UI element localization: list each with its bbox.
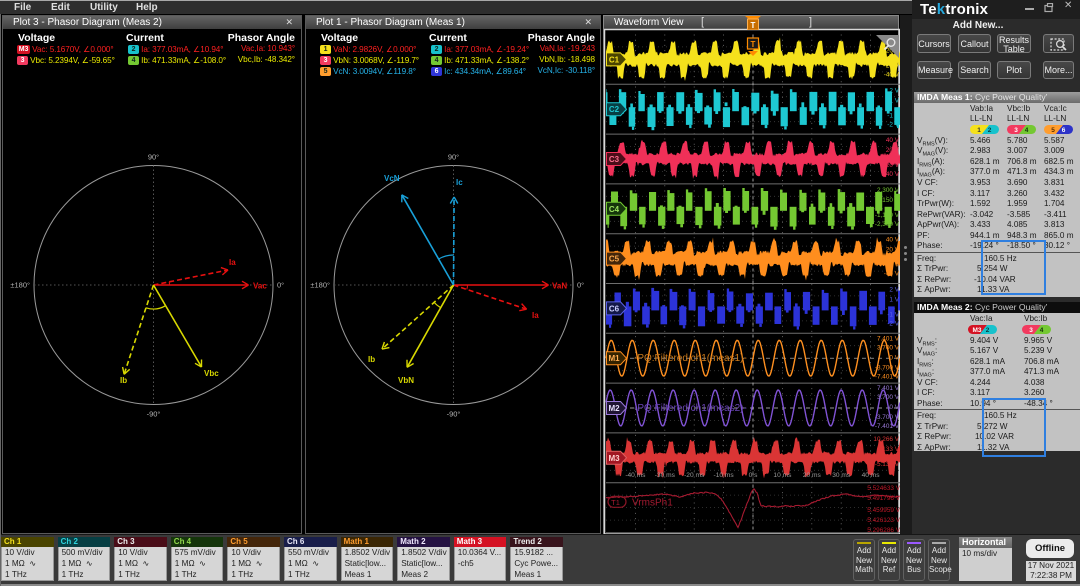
svg-text:4: 4 [1025, 127, 1029, 134]
svg-text:6: 6 [1062, 127, 1066, 134]
svg-text:-2 V: -2 V [887, 321, 899, 328]
svg-text:-PQ:Filtered ch1(meas1)-: -PQ:Filtered ch1(meas1)- [634, 353, 747, 364]
svg-text:T: T [751, 40, 756, 49]
svg-text:±180°: ±180° [10, 281, 30, 290]
svg-text:5.426123 V: 5.426123 V [867, 517, 900, 524]
svg-text:T1: T1 [611, 498, 620, 507]
svg-text:±180°: ±180° [310, 281, 330, 290]
svg-text:Ia: Ia [532, 311, 539, 320]
svg-text:M2: M2 [608, 404, 620, 413]
svg-text:20 V: 20 V [886, 147, 900, 154]
svg-text:2: 2 [986, 327, 990, 334]
svg-text:-3.700 V: -3.700 V [875, 364, 900, 371]
svg-text:1,150 V: 1,150 V [877, 197, 900, 204]
svg-text:VbN: VbN [398, 376, 414, 385]
svg-text:5.296286 V: 5.296286 V [867, 527, 900, 534]
svg-text:0 s: 0 s [749, 472, 758, 479]
svg-text:C4: C4 [609, 205, 620, 214]
svg-text:30 ms: 30 ms [832, 472, 851, 479]
svg-text:7.401 V: 7.401 V [877, 335, 900, 342]
svg-text:-30 ms: -30 ms [655, 472, 676, 479]
svg-text:40 V: 40 V [886, 237, 900, 244]
svg-text:0°: 0° [277, 281, 284, 290]
svg-text:Vac: Vac [253, 282, 267, 291]
svg-text:M3: M3 [972, 327, 981, 334]
svg-text:-3.700 V: -3.700 V [875, 414, 900, 421]
svg-text:C1: C1 [609, 55, 620, 64]
svg-text:4: 4 [1040, 327, 1044, 334]
svg-text:2 V: 2 V [889, 287, 899, 294]
svg-text:5: 5 [1051, 127, 1055, 134]
svg-text:20 V: 20 V [886, 247, 900, 254]
svg-text:3: 3 [1029, 327, 1033, 334]
svg-text:-20 V: -20 V [884, 63, 900, 70]
svg-text:-7.401 V: -7.401 V [875, 373, 900, 380]
svg-text:0°: 0° [577, 281, 584, 290]
svg-text:1: 1 [977, 127, 981, 134]
svg-text:-1 V: -1 V [887, 312, 899, 319]
svg-text:3.700 V: 3.700 V [877, 394, 900, 401]
svg-text:-2,300 V: -2,300 V [875, 221, 900, 228]
svg-text:40 V: 40 V [886, 137, 900, 144]
svg-text:1 V: 1 V [889, 297, 899, 304]
svg-text:2 V: 2 V [889, 87, 899, 94]
svg-text:C5: C5 [609, 255, 620, 264]
svg-text:5.524633 V: 5.524633 V [867, 485, 900, 492]
svg-text:2,300 V: 2,300 V [877, 187, 900, 194]
svg-text:3: 3 [1014, 127, 1018, 134]
svg-text:5.133 V: 5.133 V [877, 446, 900, 453]
svg-text:-90°: -90° [147, 410, 161, 419]
svg-text:T: T [751, 21, 756, 30]
svg-text:-40 V: -40 V [884, 271, 900, 278]
svg-text:-20 ms: -20 ms [684, 472, 705, 479]
svg-text:VaN: VaN [552, 282, 567, 291]
svg-text:M3: M3 [608, 454, 620, 463]
svg-text:-40 ms: -40 ms [625, 472, 646, 479]
svg-text:C6: C6 [609, 304, 620, 313]
svg-text:-40 V: -40 V [884, 72, 900, 79]
svg-text:M1: M1 [608, 354, 620, 363]
svg-text:-20 V: -20 V [884, 162, 900, 169]
svg-text:-7.401 V: -7.401 V [875, 423, 900, 430]
svg-text:10.266 V: 10.266 V [873, 436, 899, 443]
svg-text:10 ms: 10 ms [773, 472, 792, 479]
svg-text:VcN: VcN [384, 174, 400, 183]
svg-text:5.491796 V: 5.491796 V [867, 495, 900, 502]
svg-text:40 ms: 40 ms [862, 472, 881, 479]
svg-text:-1 V: -1 V [887, 112, 899, 119]
svg-text:0 V: 0 V [889, 404, 899, 411]
svg-text:Ib: Ib [368, 355, 375, 364]
svg-text:5.459959 V: 5.459959 V [867, 507, 900, 514]
svg-text:VrmsPh1: VrmsPh1 [632, 497, 673, 508]
svg-text:-PQ:Filtered ch1(meas2)-: -PQ:Filtered ch1(meas2)- [634, 403, 747, 414]
svg-text:Ib: Ib [120, 376, 127, 385]
svg-text:C3: C3 [609, 155, 620, 164]
svg-text:90°: 90° [448, 153, 459, 162]
svg-text:0 V: 0 V [889, 354, 899, 361]
svg-text:-2 V: -2 V [887, 121, 899, 128]
svg-text:C2: C2 [609, 105, 620, 114]
svg-text:Vbc: Vbc [204, 369, 219, 378]
svg-text:90°: 90° [148, 153, 159, 162]
svg-text:-1,150 V: -1,150 V [875, 212, 900, 219]
svg-text:-10 ms: -10 ms [714, 472, 735, 479]
svg-text:-40 V: -40 V [884, 171, 900, 178]
svg-text:20 ms: 20 ms [803, 472, 822, 479]
svg-text:-5.133 V: -5.133 V [875, 461, 900, 468]
svg-text:-20 V: -20 V [884, 262, 900, 269]
svg-text:1 V: 1 V [889, 97, 899, 104]
svg-text:2: 2 [988, 127, 992, 134]
svg-text:7.401 V: 7.401 V [877, 385, 900, 392]
svg-text:Ic: Ic [456, 178, 463, 187]
svg-text:3.700 V: 3.700 V [877, 344, 900, 351]
svg-text:Ia: Ia [229, 258, 236, 267]
svg-text:-90°: -90° [447, 410, 461, 419]
